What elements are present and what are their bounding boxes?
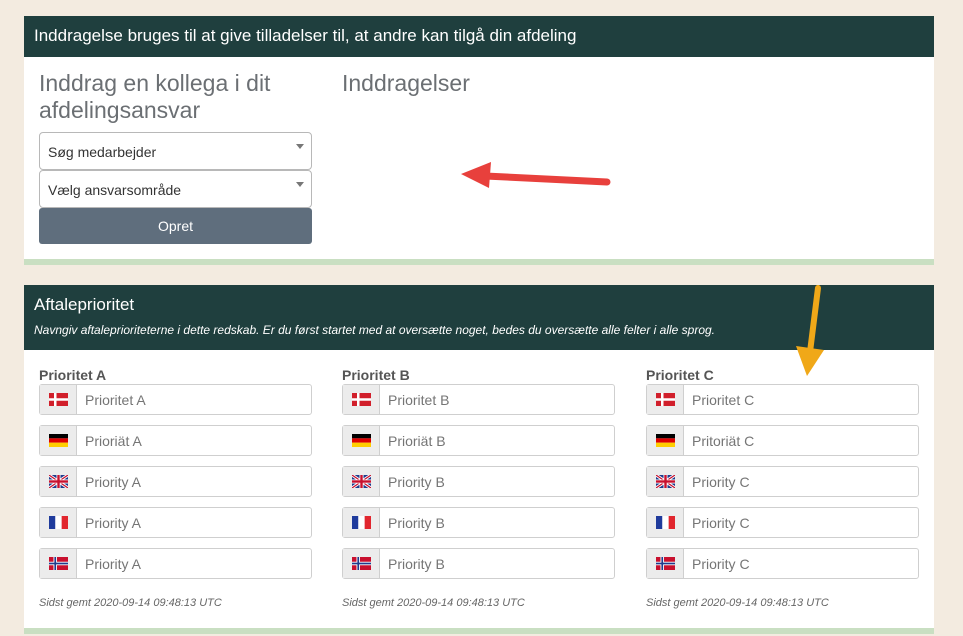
priority-b-row bbox=[342, 466, 615, 497]
last-saved-text: Sidst gemt 2020-09-14 09:48:13 UTC bbox=[342, 597, 525, 609]
priority-b-input[interactable] bbox=[380, 549, 614, 578]
priority-c-row bbox=[646, 466, 919, 497]
priority-column-title: Prioritet B bbox=[342, 367, 410, 383]
uk-flag-icon bbox=[343, 467, 380, 496]
priority-a-row bbox=[39, 548, 312, 579]
employee-search-select[interactable]: Søg medarbejder bbox=[39, 132, 312, 170]
delegation-card: Inddragelse bruges til at give tilladels… bbox=[24, 16, 934, 265]
german-flag-icon bbox=[647, 426, 684, 455]
priority-header-subtitle: Navngiv aftaleprioriteterne i dette reds… bbox=[34, 323, 716, 337]
delegations-title: Inddragelser bbox=[342, 70, 470, 96]
priority-a-input[interactable] bbox=[77, 426, 311, 455]
french-flag-icon bbox=[343, 508, 380, 537]
norwegian-flag-icon bbox=[343, 549, 380, 578]
french-flag-icon bbox=[647, 508, 684, 537]
priority-column-title: Prioritet C bbox=[646, 367, 714, 383]
norwegian-flag-icon bbox=[40, 549, 77, 578]
priority-card: Aftaleprioritet Navngiv aftaleprioritete… bbox=[24, 285, 934, 634]
priority-b-input[interactable] bbox=[380, 467, 614, 496]
priority-a-row bbox=[39, 384, 312, 415]
german-flag-icon bbox=[40, 426, 77, 455]
priority-b-input[interactable] bbox=[380, 508, 614, 537]
chevron-down-icon bbox=[296, 144, 304, 149]
priority-c-row bbox=[646, 507, 919, 538]
uk-flag-icon bbox=[40, 467, 77, 496]
priority-a-row bbox=[39, 425, 312, 456]
responsibility-area-label: Vælg ansvarsområde bbox=[48, 182, 182, 198]
priority-column-c: Prioritet C Sidst gemt 2020-09-14 09:48:1… bbox=[646, 367, 919, 609]
priority-b-row bbox=[342, 425, 615, 456]
employee-search-label: Søg medarbejder bbox=[48, 144, 157, 160]
danish-flag-icon bbox=[647, 385, 684, 414]
priority-column-b: Prioritet B Sidst gemt 2020-09-14 09:48:1… bbox=[342, 367, 615, 609]
priority-column-title: Prioritet A bbox=[39, 367, 107, 383]
norwegian-flag-icon bbox=[647, 549, 684, 578]
priority-c-row bbox=[646, 425, 919, 456]
priority-c-input[interactable] bbox=[684, 508, 918, 537]
priority-b-row bbox=[342, 384, 615, 415]
priority-b-input[interactable] bbox=[380, 426, 614, 455]
delegation-header: Inddragelse bruges til at give tilladels… bbox=[24, 16, 934, 57]
last-saved-text: Sidst gemt 2020-09-14 09:48:13 UTC bbox=[646, 597, 829, 609]
last-saved-text: Sidst gemt 2020-09-14 09:48:13 UTC bbox=[39, 597, 222, 609]
create-button[interactable]: Opret bbox=[39, 208, 312, 244]
danish-flag-icon bbox=[40, 385, 77, 414]
uk-flag-icon bbox=[647, 467, 684, 496]
priority-b-row bbox=[342, 507, 615, 538]
priority-a-input[interactable] bbox=[77, 549, 311, 578]
priority-a-row bbox=[39, 507, 312, 538]
priority-a-input[interactable] bbox=[77, 385, 311, 414]
priority-c-row bbox=[646, 384, 919, 415]
chevron-down-icon bbox=[296, 182, 304, 187]
priority-b-row bbox=[342, 548, 615, 579]
priority-c-row bbox=[646, 548, 919, 579]
priority-a-input[interactable] bbox=[77, 467, 311, 496]
priority-a-row bbox=[39, 466, 312, 497]
priority-c-input[interactable] bbox=[684, 467, 918, 496]
french-flag-icon bbox=[40, 508, 77, 537]
delegate-colleague-title: Inddrag en kollega i dit afdelingsansvar bbox=[39, 70, 271, 123]
priority-header: Aftaleprioritet Navngiv aftaleprioritete… bbox=[24, 285, 934, 350]
priority-column-a: Prioritet A Sidst gemt 2020-09-14 09:48:1… bbox=[39, 367, 312, 609]
german-flag-icon bbox=[343, 426, 380, 455]
danish-flag-icon bbox=[343, 385, 380, 414]
priority-c-input[interactable] bbox=[684, 549, 918, 578]
responsibility-area-select[interactable]: Vælg ansvarsområde bbox=[39, 170, 312, 208]
priority-a-input[interactable] bbox=[77, 508, 311, 537]
priority-b-input[interactable] bbox=[380, 385, 614, 414]
priority-header-title: Aftaleprioritet bbox=[34, 295, 135, 314]
priority-c-input[interactable] bbox=[684, 426, 918, 455]
priority-c-input[interactable] bbox=[684, 385, 918, 414]
